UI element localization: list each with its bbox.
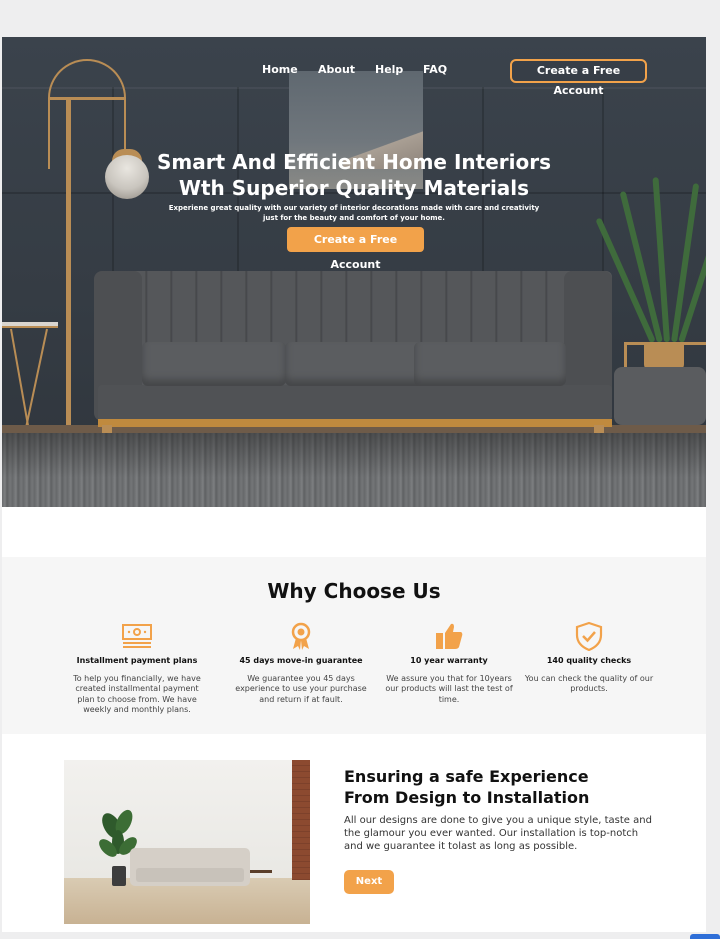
feature-description: To help you financially, we have created…	[73, 674, 201, 715]
floor-lamp-bar	[50, 97, 126, 100]
sofa-cushion	[142, 342, 286, 386]
section-spacer	[2, 507, 706, 557]
feature-title: 140 quality checks	[546, 656, 632, 665]
why-choose-us-section: Why Choose Us Installment payment plans …	[2, 557, 706, 734]
floor-lamp-pole	[66, 97, 71, 437]
rug-shadow	[2, 433, 706, 507]
corner-indicator	[690, 934, 720, 939]
hero-section: Home About Help FAQ Create a Free Accoun…	[2, 37, 706, 507]
hero-headline-line1: Smart And Efficient Home Interiors	[156, 150, 551, 174]
feature-title: 45 days move-in guarantee	[239, 656, 363, 665]
hero-subtitle-line1: Experiene great quality with our variety…	[168, 204, 540, 212]
feature-card: Installment payment plans To help you fi…	[62, 621, 212, 716]
feature-description: We guarantee you 45 days experience to u…	[235, 674, 367, 704]
why-choose-us-title: Why Choose Us	[267, 579, 441, 603]
feature-title: Installment payment plans	[76, 656, 198, 665]
shield-check-icon	[575, 621, 603, 651]
armchair-seat	[614, 367, 706, 425]
safe-title-line2: From Design to Installation	[344, 788, 590, 807]
sofa-seat-base	[98, 385, 612, 421]
feature-description: We assure you that for 10years our produ…	[385, 674, 513, 704]
safe-title-line1: Ensuring a safe Experience	[344, 767, 589, 786]
hero-headline-line2: Wth Superior Quality Materials	[178, 176, 530, 200]
hero-headline: Smart And Efficient Home Interiors Wth S…	[2, 149, 706, 201]
nav-help-link[interactable]: Help	[375, 63, 403, 76]
feature-title: 10 year warranty	[410, 656, 488, 665]
next-button[interactable]: Next	[344, 870, 394, 894]
feature-card: 10 year warranty We assure you that for …	[374, 621, 524, 705]
hero-create-account-button[interactable]: Create a Free Account	[287, 227, 424, 271]
safe-experience-title: Ensuring a safe Experience From Design t…	[344, 766, 674, 808]
money-icon	[122, 624, 152, 648]
feature-card: 140 quality checks You can check the qua…	[514, 621, 664, 695]
page-margin	[706, 0, 720, 939]
nav-create-account-button[interactable]: Create a Free Account	[510, 59, 647, 97]
safe-experience-section: Ensuring a safe Experience From Design t…	[2, 734, 706, 932]
nav-faq-link[interactable]: FAQ	[423, 63, 447, 76]
brick-wall	[292, 760, 310, 880]
sofa-brass-rail	[98, 419, 612, 427]
living-room-image	[64, 760, 310, 924]
top-nav: Home About Help FAQ Create a Free Accoun…	[2, 59, 706, 97]
beige-sofa-seat	[136, 868, 244, 882]
thumbs-up-icon	[436, 623, 463, 649]
nav-home-link[interactable]: Home	[262, 63, 298, 76]
nav-about-link[interactable]: About	[318, 63, 355, 76]
safe-experience-text: All our designs are done to give you a u…	[344, 815, 652, 852]
award-ribbon-icon	[291, 622, 311, 650]
feature-card: 45 days move-in guarantee We guarantee y…	[226, 621, 376, 705]
side-table-top	[2, 322, 58, 328]
sofa-cushion	[414, 342, 566, 386]
side-stool	[250, 870, 272, 904]
feature-description: You can check the quality of our product…	[524, 674, 654, 694]
sofa-cushion	[285, 342, 425, 386]
